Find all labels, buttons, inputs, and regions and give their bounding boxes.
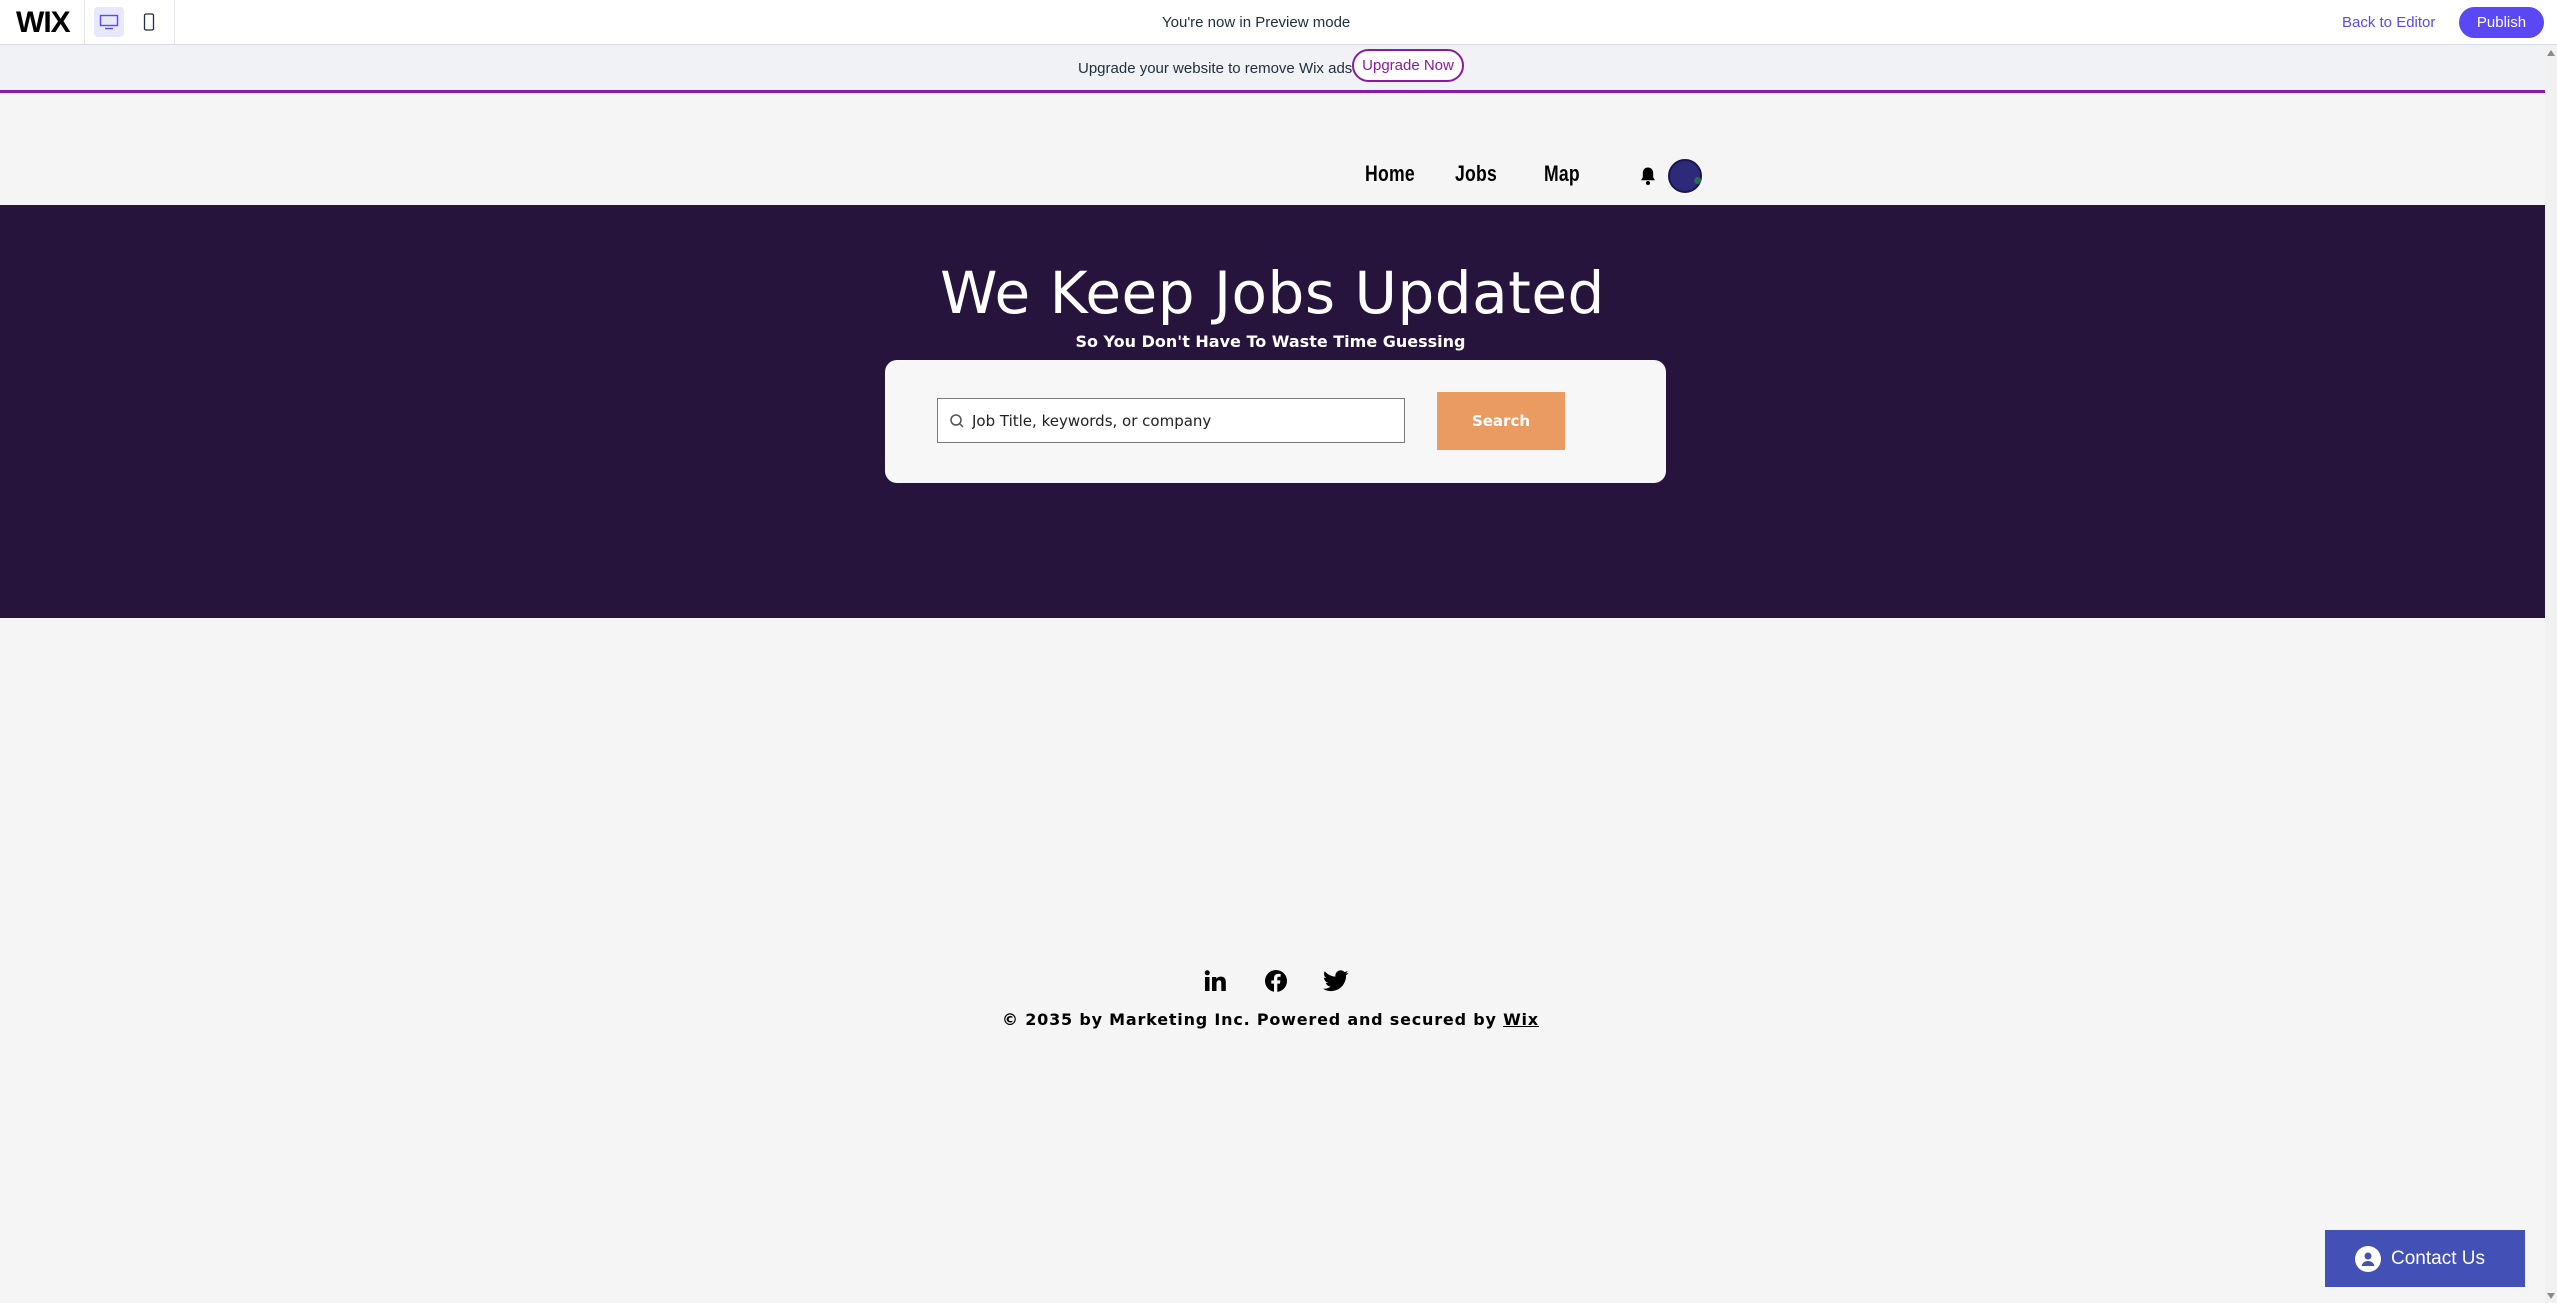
twitter-icon — [1323, 970, 1349, 992]
avatar[interactable] — [1668, 159, 1702, 193]
search-card: Search — [885, 360, 1666, 483]
desktop-icon — [99, 14, 119, 30]
wix-link[interactable]: Wix — [1503, 1010, 1539, 1029]
hero-subtitle: So You Don't Have To Waste Time Guessing — [1075, 332, 1466, 351]
search-input[interactable] — [968, 399, 1404, 442]
hero-section: We Keep Jobs Updated So You Don't Have T… — [0, 205, 2545, 618]
wix-logo: WIX — [16, 6, 71, 39]
scroll-down-arrow-icon[interactable] — [2547, 1293, 2555, 1299]
footer-copyright: © 2035 by Marketing Inc. Powered and sec… — [0, 1010, 2541, 1029]
publish-button[interactable]: Publish — [2459, 7, 2544, 38]
user-icon — [2355, 1245, 2381, 1272]
bell-icon[interactable] — [1639, 166, 1657, 186]
nav-jobs[interactable]: Jobs — [1455, 161, 1497, 187]
linkedin-link[interactable] — [1201, 967, 1229, 995]
preview-mode-text: You're now in Preview mode — [1162, 14, 1351, 31]
twitter-link[interactable] — [1322, 967, 1350, 995]
wix-preview-bar: WIX You're now in Preview mode Back to E… — [0, 0, 2557, 45]
scrollbar[interactable] — [2545, 45, 2557, 1303]
nav-map[interactable]: Map — [1544, 161, 1580, 187]
facebook-link[interactable] — [1262, 967, 1290, 995]
linkedin-icon — [1204, 970, 1226, 991]
facebook-icon — [1265, 970, 1287, 992]
divider — [174, 0, 175, 44]
scroll-up-arrow-icon[interactable] — [2547, 50, 2555, 56]
upgrade-banner: Upgrade your website to remove Wix ads U… — [0, 45, 2545, 93]
copyright-text: © 2035 by Marketing Inc. Powered and sec… — [1002, 1010, 1504, 1029]
contact-us-button[interactable]: Contact Us — [2325, 1230, 2525, 1287]
upgrade-text: Upgrade your website to remove Wix ads — [1078, 60, 1353, 77]
desktop-view-button[interactable] — [94, 7, 124, 37]
hero-title: We Keep Jobs Updated — [940, 259, 1605, 327]
back-to-editor-link[interactable]: Back to Editor — [2342, 14, 2435, 31]
mobile-icon — [143, 13, 155, 31]
mobile-view-button[interactable] — [134, 7, 164, 37]
online-indicator — [1694, 177, 1701, 184]
contact-us-label: Contact Us — [2391, 1247, 2485, 1269]
nav-home[interactable]: Home — [1365, 161, 1415, 187]
divider — [84, 0, 85, 44]
search-button[interactable]: Search — [1437, 392, 1565, 450]
site-header: Home Jobs Map — [0, 93, 2545, 205]
search-icon — [950, 413, 964, 428]
upgrade-now-button[interactable]: Upgrade Now — [1352, 49, 1464, 82]
search-field[interactable] — [937, 398, 1405, 443]
